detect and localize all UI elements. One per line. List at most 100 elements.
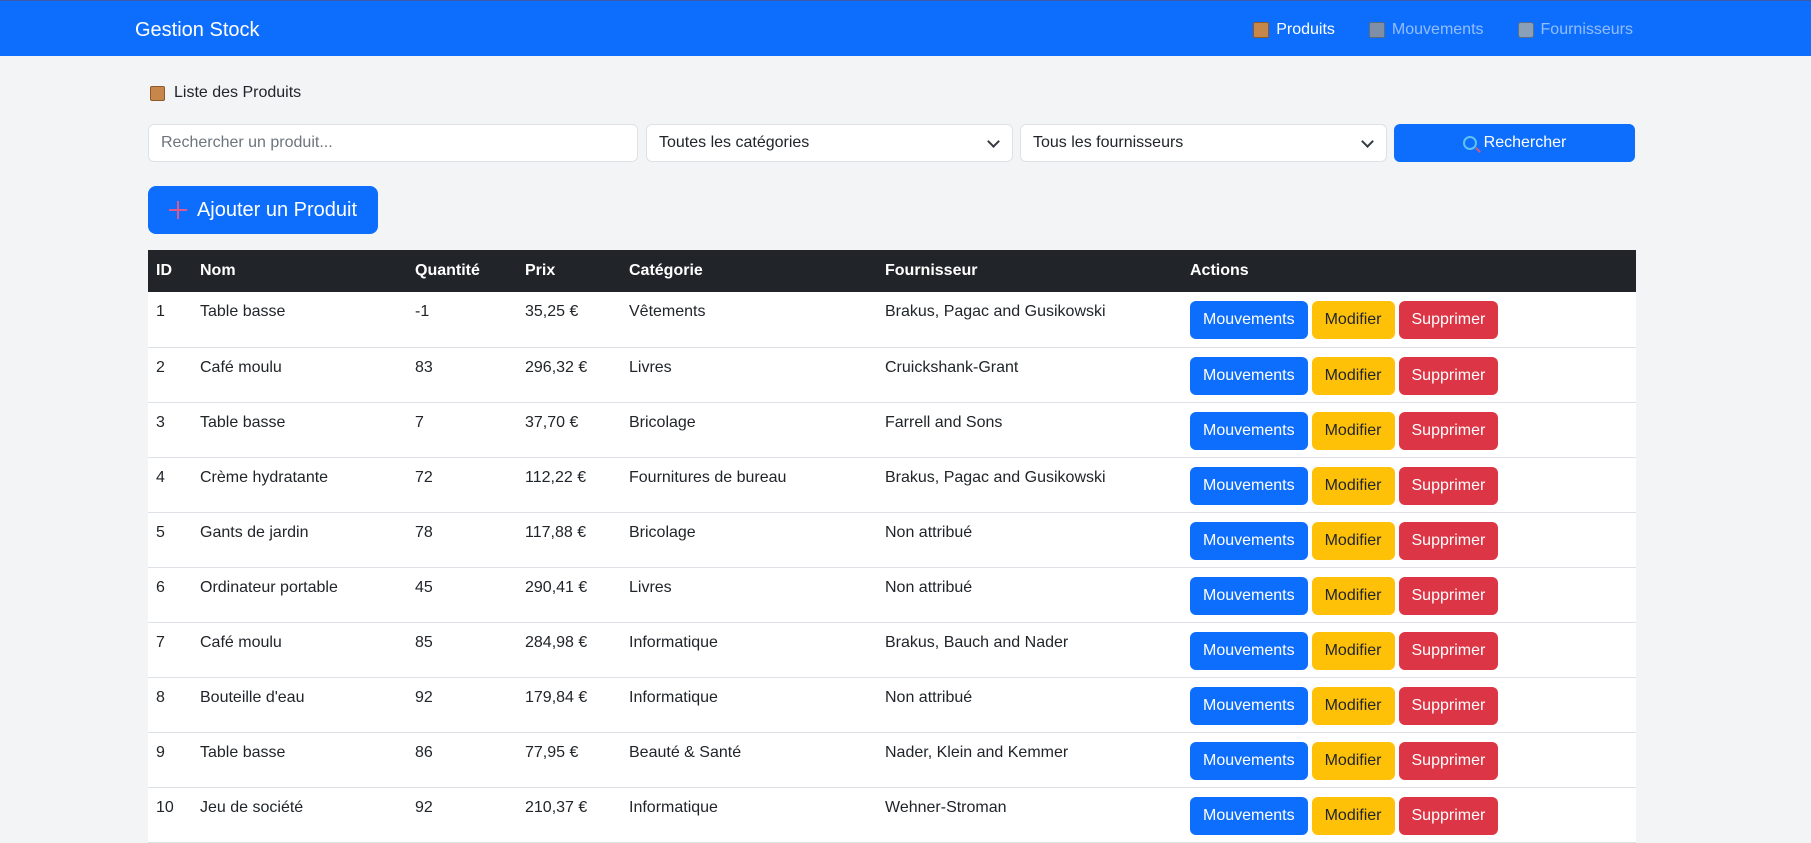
- cell-id: 6: [148, 567, 192, 623]
- movements-button[interactable]: Mouvements: [1190, 686, 1308, 725]
- cell-id: 9: [148, 732, 192, 788]
- supplier-select-value: Tous les fournisseurs: [1033, 134, 1184, 151]
- cell-quantite: 86: [407, 732, 517, 788]
- movements-button[interactable]: Mouvements: [1190, 411, 1308, 450]
- cell-categorie: Vêtements: [621, 292, 877, 348]
- add-product-button[interactable]: Ajouter un Produit: [148, 186, 378, 234]
- cell-actions: Mouvements Modifier Supprimer: [1182, 567, 1636, 623]
- cell-fournisseur: Nader, Klein and Kemmer: [877, 732, 1182, 788]
- cell-id: 3: [148, 402, 192, 458]
- header-categorie[interactable]: Catégorie: [621, 250, 877, 292]
- cell-id: 1: [148, 292, 192, 348]
- cell-id: 8: [148, 677, 192, 733]
- search-button[interactable]: Rechercher: [1394, 124, 1635, 162]
- cell-id: 4: [148, 457, 192, 513]
- movements-button[interactable]: Mouvements: [1190, 796, 1308, 835]
- table-header-row: ID Nom Quantité Prix Catégorie Fournisse…: [148, 250, 1636, 292]
- delete-button[interactable]: Supprimer: [1398, 356, 1499, 395]
- table-body: 1 Table basse -1 35,25 € Vêtements Brakus, Pa…: [148, 292, 1636, 843]
- delete-button[interactable]: Supprimer: [1398, 521, 1499, 560]
- cell-nom: Table basse: [192, 292, 407, 348]
- movements-button[interactable]: Mouvements: [1190, 631, 1308, 670]
- movements-button[interactable]: Mouvements: [1190, 741, 1308, 780]
- edit-button[interactable]: Modifier: [1311, 466, 1395, 505]
- table-row: 2 Café moulu 83 296,32 € Livres Cruickshank-G…: [148, 347, 1636, 403]
- table-row: 3 Table basse 7 37,70 € Bricolage Farrell and…: [148, 402, 1636, 458]
- cell-actions: Mouvements Modifier Supprimer: [1182, 292, 1636, 348]
- edit-button[interactable]: Modifier: [1311, 796, 1395, 835]
- delete-button[interactable]: Supprimer: [1398, 796, 1499, 835]
- cell-nom: Café moulu: [192, 347, 407, 403]
- nav-link-mouvements[interactable]: Mouvements: [1368, 20, 1484, 40]
- cell-prix: 37,70 €: [517, 402, 621, 458]
- truck-icon: [1517, 22, 1534, 38]
- plus-icon: [168, 201, 187, 219]
- cell-categorie: Informatique: [621, 622, 877, 678]
- cell-categorie: Livres: [621, 347, 877, 403]
- supplier-select[interactable]: Tous les fournisseurs: [1020, 124, 1387, 162]
- cell-quantite: 83: [407, 347, 517, 403]
- page-title: Liste des Produits: [150, 83, 301, 103]
- cell-actions: Mouvements Modifier Supprimer: [1182, 677, 1636, 733]
- movements-button[interactable]: Mouvements: [1190, 356, 1308, 395]
- cell-fournisseur: Non attribué: [877, 677, 1182, 733]
- delete-button[interactable]: Supprimer: [1398, 301, 1499, 339]
- header-fournisseur[interactable]: Fournisseur: [877, 250, 1182, 292]
- delete-button[interactable]: Supprimer: [1398, 411, 1499, 450]
- cell-prix: 290,41 €: [517, 567, 621, 623]
- header-prix[interactable]: Prix: [517, 250, 621, 292]
- cell-actions: Mouvements Modifier Supprimer: [1182, 622, 1636, 678]
- movements-button[interactable]: Mouvements: [1190, 521, 1308, 560]
- movements-button[interactable]: Mouvements: [1190, 576, 1308, 615]
- search-input[interactable]: Rechercher un produit...: [148, 124, 638, 162]
- filter-bar: Rechercher un produit... Toutes les caté…: [148, 124, 1636, 162]
- table-row: 6 Ordinateur portable 45 290,41 € Livres Non …: [148, 567, 1636, 623]
- cell-fournisseur: Non attribué: [877, 512, 1182, 568]
- edit-button[interactable]: Modifier: [1311, 301, 1395, 339]
- cell-quantite: 78: [407, 512, 517, 568]
- search-button-label: Rechercher: [1483, 134, 1567, 151]
- cell-prix: 179,84 €: [517, 677, 621, 733]
- table-row: 7 Café moulu 85 284,98 € Informatique Brakus,…: [148, 622, 1636, 678]
- movements-button[interactable]: Mouvements: [1190, 466, 1308, 505]
- nav-link-fournisseurs[interactable]: Fournisseurs: [1517, 20, 1633, 40]
- edit-button[interactable]: Modifier: [1311, 741, 1395, 780]
- cell-prix: 35,25 €: [517, 292, 621, 348]
- nav-link-label: Produits: [1276, 21, 1335, 38]
- category-select[interactable]: Toutes les catégories: [646, 124, 1013, 162]
- page-title-text: Liste des Produits: [174, 84, 302, 101]
- ledger-icon: [1368, 22, 1385, 38]
- cell-quantite: 7: [407, 402, 517, 458]
- cell-actions: Mouvements Modifier Supprimer: [1182, 402, 1636, 458]
- movements-button[interactable]: Mouvements: [1190, 301, 1308, 339]
- edit-button[interactable]: Modifier: [1311, 576, 1395, 615]
- table-row: 4 Crème hydratante 72 112,22 € Fournitures d…: [148, 457, 1636, 513]
- cell-categorie: Informatique: [621, 677, 877, 733]
- products-table: ID Nom Quantité Prix Catégorie Fournisse…: [148, 250, 1636, 843]
- box-icon: [1253, 22, 1270, 38]
- delete-button[interactable]: Supprimer: [1398, 631, 1499, 670]
- edit-button[interactable]: Modifier: [1311, 631, 1395, 670]
- nav-link-produits[interactable]: Produits: [1253, 20, 1335, 40]
- delete-button[interactable]: Supprimer: [1398, 741, 1499, 780]
- cell-categorie: Bricolage: [621, 402, 877, 458]
- header-quantite[interactable]: Quantité: [407, 250, 517, 292]
- cell-id: 5: [148, 512, 192, 568]
- delete-button[interactable]: Supprimer: [1398, 686, 1499, 725]
- header-nom[interactable]: Nom: [192, 250, 407, 292]
- edit-button[interactable]: Modifier: [1311, 521, 1395, 560]
- brand-title[interactable]: Gestion Stock: [135, 18, 260, 42]
- cell-quantite: -1: [407, 292, 517, 348]
- delete-button[interactable]: Supprimer: [1398, 466, 1499, 505]
- edit-button[interactable]: Modifier: [1311, 411, 1395, 450]
- header-id[interactable]: ID: [148, 250, 192, 292]
- edit-button[interactable]: Modifier: [1311, 686, 1395, 725]
- cell-fournisseur: Brakus, Bauch and Nader: [877, 622, 1182, 678]
- box-icon: [150, 85, 165, 101]
- delete-button[interactable]: Supprimer: [1398, 576, 1499, 615]
- cell-prix: 77,95 €: [517, 732, 621, 788]
- cell-nom: Bouteille d'eau: [192, 677, 407, 733]
- table-row: 1 Table basse -1 35,25 € Vêtements Brakus, Pa…: [148, 292, 1636, 348]
- nav-links: Produits Mouvements Fournisseurs: [1253, 20, 1633, 40]
- edit-button[interactable]: Modifier: [1311, 356, 1395, 395]
